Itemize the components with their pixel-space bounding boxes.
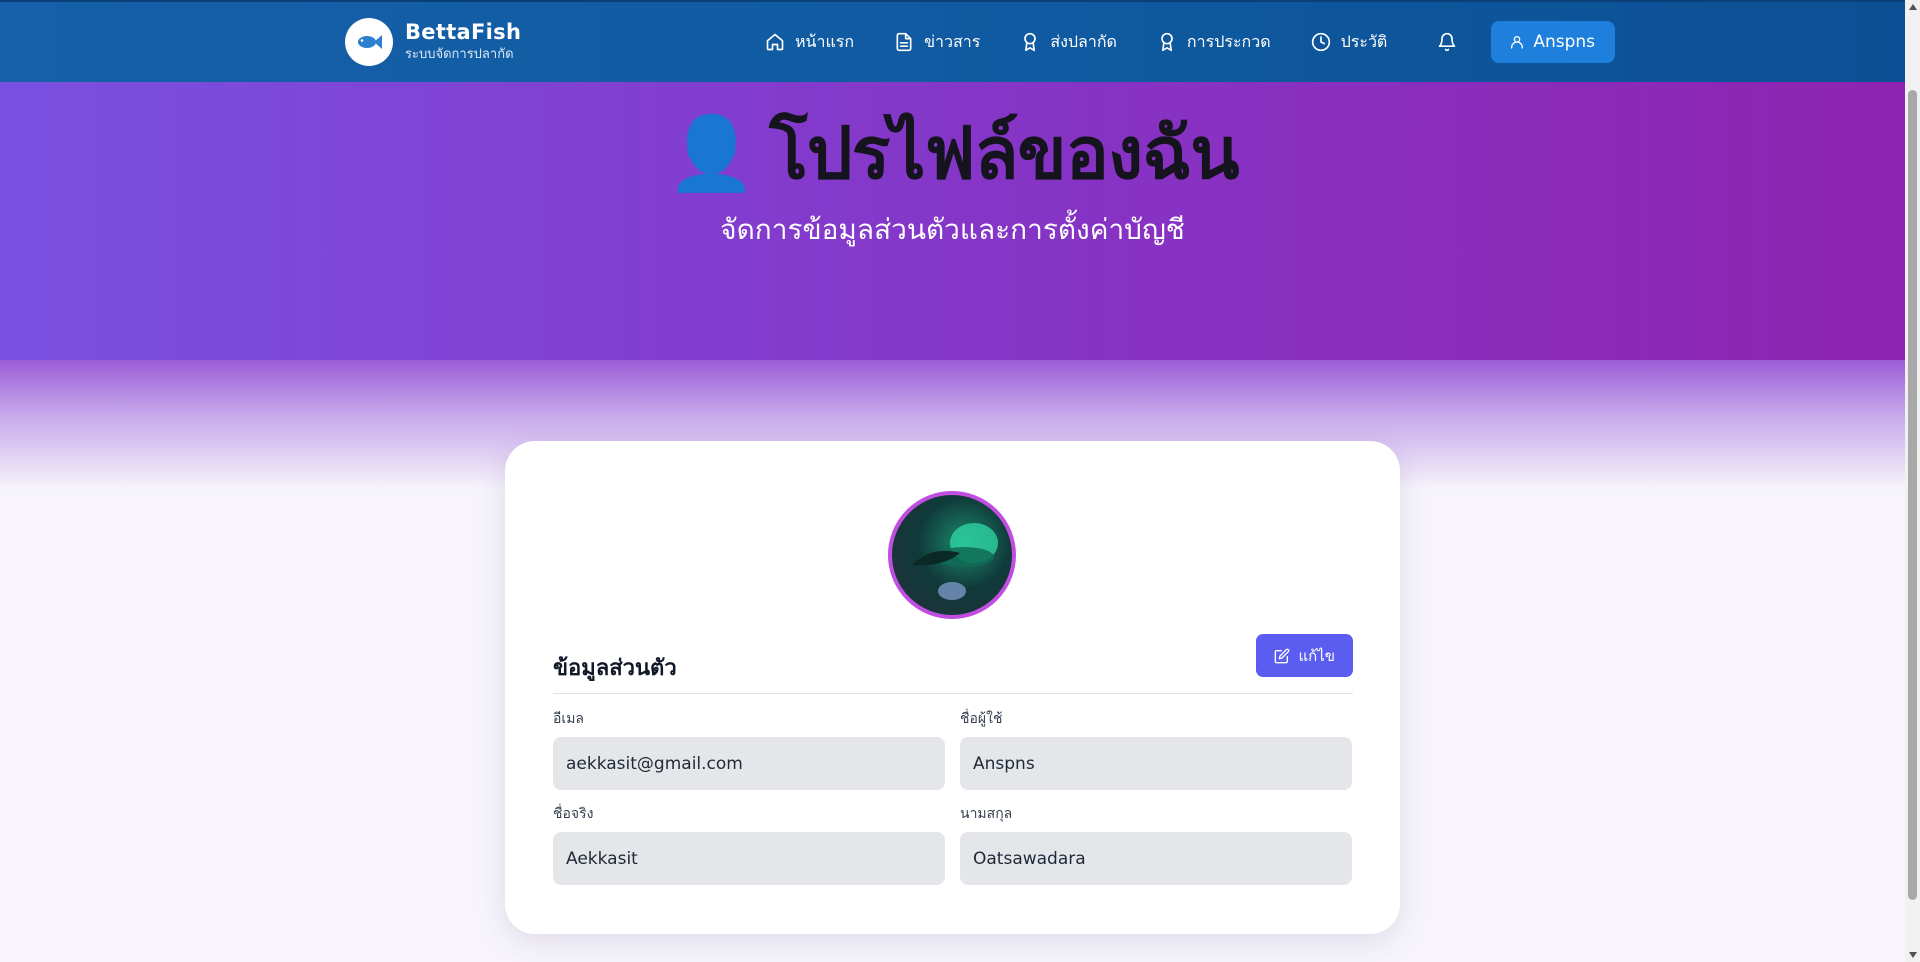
divider <box>553 693 1353 694</box>
username-field[interactable] <box>960 737 1352 790</box>
clock-icon <box>1311 32 1330 52</box>
page-title-text: โปรไฟล์ของฉัน <box>769 111 1239 195</box>
email-field[interactable] <box>553 737 945 790</box>
user-menu-label: Anspns <box>1533 32 1595 52</box>
email-field-group: อีเมล <box>553 709 945 790</box>
brand-subtitle: ระบบจัดการปลากัด <box>405 47 514 62</box>
notifications-button[interactable] <box>1437 32 1457 52</box>
nav-item-label: ข่าวสาร <box>924 31 981 51</box>
firstname-field[interactable] <box>553 832 945 885</box>
user-icon <box>1511 36 1524 49</box>
scrollbar-thumb[interactable] <box>1908 90 1917 900</box>
edit-button[interactable]: แก้ไข <box>1256 634 1353 677</box>
lastname-field-group: นามสกุล <box>960 804 1352 885</box>
award-icon <box>1161 32 1173 52</box>
username-label: ชื่อผู้ใช้ <box>960 711 1003 727</box>
nav-item-news[interactable]: ข่าวสาร <box>894 30 980 55</box>
profile-card: ข้อมูลส่วนตัว แก้ไข อีเมล ชื่อผู้ใช้ ชื่… <box>505 441 1400 934</box>
nav-item-label: ส่งปลากัด <box>1050 31 1117 51</box>
home-icon <box>766 33 784 51</box>
nav-item-submit-fish[interactable]: ส่งปลากัด <box>1020 30 1117 55</box>
username-field-group: ชื่อผู้ใช้ <box>960 709 1352 790</box>
bell-icon <box>1438 32 1456 52</box>
user-emoji-icon: 👤 <box>666 111 757 195</box>
nav-item-label: หน้าแรก <box>795 31 855 51</box>
lastname-field[interactable] <box>960 832 1352 885</box>
brand[interactable]: BettaFish ระบบจัดการปลากัด <box>345 18 521 66</box>
user-menu-button[interactable]: Anspns <box>1491 21 1615 63</box>
nav-item-home[interactable]: หน้าแรก <box>765 30 854 55</box>
edit-icon <box>1275 648 1290 663</box>
award-icon <box>1024 32 1037 52</box>
top-navbar: BettaFish ระบบจัดการปลากัด หน้าแรก ข่าวส… <box>0 0 1905 82</box>
page-title: 👤 โปรไฟล์ของฉัน <box>0 95 1905 210</box>
page-scrollbar[interactable] <box>1905 0 1920 962</box>
section-title: ข้อมูลส่วนตัว <box>553 656 677 681</box>
avatar[interactable] <box>888 491 1016 619</box>
brand-title: BettaFish <box>405 20 522 44</box>
scroll-down-arrow-icon[interactable] <box>1905 948 1920 962</box>
nav-item-label: การประกวด <box>1186 31 1271 51</box>
scroll-up-arrow-icon[interactable] <box>1905 0 1920 14</box>
personal-info-header: ข้อมูลส่วนตัว แก้ไข <box>553 634 1353 694</box>
document-icon <box>896 32 912 52</box>
page-subtitle: จัดการข้อมูลส่วนตัวและการตั้งค่าบัญชี <box>720 213 1185 246</box>
lastname-label: นามสกุล <box>960 806 1013 822</box>
firstname-field-group: ชื่อจริง <box>553 804 945 885</box>
firstname-label: ชื่อจริง <box>553 806 594 822</box>
nav-item-label: ประวัติ <box>1340 31 1388 51</box>
nav-item-contest[interactable]: การประกวด <box>1157 30 1271 55</box>
fish-icon <box>345 18 393 66</box>
nav-menu: หน้าแรก ข่าวสาร ส่งปลากัด การประกวด ประว… <box>765 2 1615 82</box>
email-label: อีเมล <box>553 711 585 727</box>
edit-button-label: แก้ไข <box>1298 646 1335 665</box>
nav-item-history[interactable]: ประวัติ <box>1311 30 1388 55</box>
